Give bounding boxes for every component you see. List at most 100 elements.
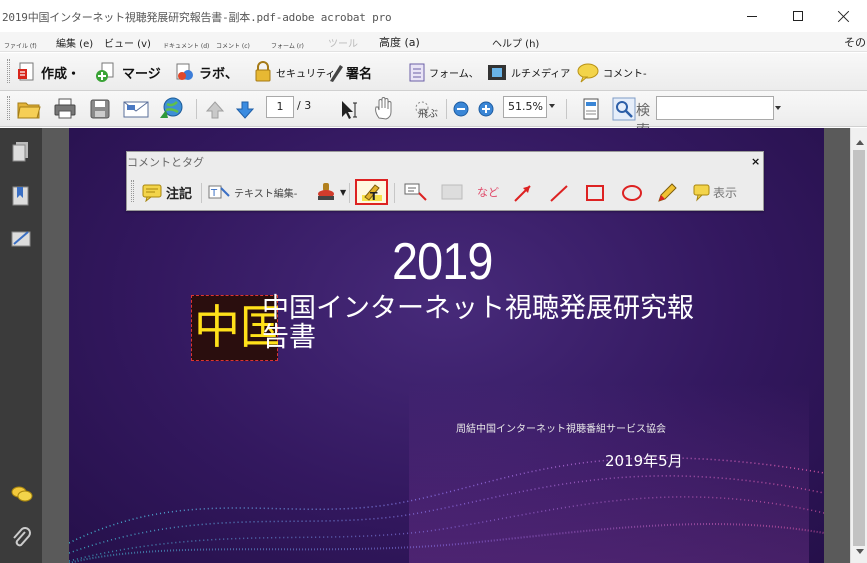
attach-file-tool-icon[interactable] [439,181,465,203]
text-edit-button[interactable]: T テキスト編集- [207,179,297,205]
stamp-tool-button[interactable]: ▼ [315,179,346,205]
task-toolbar: 作成・ マージ ラボ、 セキュリティ 署名 フォーム、 ルチメディア コメント- [0,53,867,91]
svg-text:T: T [370,190,378,203]
callout-tool-icon[interactable] [403,181,429,203]
search-input[interactable] [656,96,774,120]
multimedia-button[interactable]: ルチメディア [486,59,570,85]
page-total: / 3 [297,99,312,112]
highlight-text-tool-button[interactable]: T [355,179,388,205]
scroll-thumb[interactable] [853,150,865,546]
comment-toolbar-close-button[interactable]: × [751,155,760,168]
email-icon[interactable] [122,97,150,121]
sign-button[interactable]: 署名 [328,59,372,85]
zoom-out-icon[interactable] [452,100,470,118]
hand-tool-icon[interactable] [372,96,396,122]
fit-page-icon[interactable] [580,97,602,121]
menu-edit[interactable]: 編集 (e) [56,35,93,50]
signatures-icon[interactable] [10,228,34,250]
menu-advanced[interactable]: 高度 (a) [379,34,420,50]
slide-organization: 周結中国インターネット視聴番組サービス協会 [456,424,666,435]
slide-date: 2019年5月 [605,452,683,470]
forms-icon [409,63,425,82]
title-bar: 2019中国インターネット視聴発展研究報告書-副本.pdf-adobe acro… [0,0,867,32]
snapshot-tool[interactable]: 飛ぶ [412,99,442,121]
scroll-up-icon[interactable] [856,140,864,145]
merge-files-icon [96,62,114,82]
minimize-icon [747,15,757,17]
comment-bubble-icon [577,63,599,83]
minimize-button[interactable] [729,0,775,32]
menu-comment[interactable]: コメント (c) [216,41,250,50]
close-button[interactable] [821,0,867,32]
save-icon[interactable] [88,97,112,121]
pages-icon[interactable] [10,140,32,164]
line-tool-icon[interactable] [547,182,571,204]
collaborate-icon [176,63,193,80]
toolbar-separator [446,99,447,119]
maximize-button[interactable] [775,0,821,32]
highlight-text-icon: T [361,184,382,203]
comments-panel-icon[interactable] [10,484,34,506]
attachments-icon[interactable] [10,526,32,550]
print-icon[interactable] [52,97,78,121]
svg-text:T: T [210,188,218,199]
more-tools-button[interactable]: など [477,179,499,205]
window-title: 2019中国インターネット視聴発展研究報告書-副本.pdf-adobe acro… [2,11,392,24]
comment-button[interactable]: コメント- [576,59,647,85]
toolbar-grip[interactable] [7,96,10,120]
text-edit-icon: T [208,185,230,199]
oval-tool-icon[interactable] [619,182,645,204]
show-comments-button[interactable]: 表示 [692,179,737,205]
zoom-in-icon[interactable] [477,100,495,118]
toolbar-grip[interactable] [7,59,10,83]
arrow-tool-icon[interactable] [511,182,535,204]
search-dropdown-arrow-icon[interactable] [775,106,781,110]
navigation-panel [0,128,42,563]
search-icon [612,97,636,121]
web-globe-icon[interactable] [158,96,186,122]
particle-wave-decoration [69,383,824,563]
zoom-dropdown-arrow-icon[interactable] [549,104,555,108]
previous-page-icon[interactable] [204,99,226,121]
menu-file[interactable]: ファイル (f) [4,41,37,50]
collaborate-button[interactable]: ラボ、 [174,59,238,85]
stamp-icon [318,183,334,200]
slide-title: 中国インターネット視聴発展研究報告書 [262,293,694,353]
bookmarks-icon[interactable] [10,184,32,208]
stamp-dropdown-icon[interactable]: ▼ [340,188,346,197]
open-folder-icon[interactable] [16,97,42,121]
menu-more[interactable]: その [844,34,866,50]
close-icon [838,10,850,22]
zoom-level-input[interactable]: 51.5% [503,96,547,118]
menu-help[interactable]: ヘルプ (h) [492,35,539,50]
forms-button[interactable]: フォーム、 [408,59,479,85]
lock-icon [255,61,271,82]
sticky-note-button[interactable]: 注記 [141,179,192,205]
menu-bar: ファイル (f) 編集 (e) ビュー (v) ドキュメント (d) コメント … [0,32,867,52]
pencil-tool-icon[interactable] [655,181,679,205]
merge-button[interactable]: マージ [95,59,161,85]
next-page-icon[interactable] [234,99,256,121]
toolbar-separator [201,183,202,203]
menu-forms[interactable]: フォーム (r) [271,41,304,50]
slide-year: 2019 [392,233,493,291]
toolbar-separator [394,183,395,203]
select-text-icon[interactable] [338,99,362,121]
maximize-icon [793,11,803,21]
scroll-down-icon[interactable] [856,549,864,554]
sticky-note-icon [142,184,162,202]
security-button[interactable]: セキュリティ [253,59,335,85]
menu-tools[interactable]: ツール [328,35,358,50]
create-button[interactable]: 作成・ [16,59,80,85]
film-icon [488,65,506,80]
search-tool[interactable]: 検索 [612,96,658,139]
toolbar-grip[interactable] [131,180,134,202]
create-pdf-icon [18,62,34,81]
page-number-input[interactable]: 1 [266,96,294,118]
menu-document[interactable]: ドキュメント (d) [163,41,209,50]
show-comments-icon [693,184,710,202]
menu-view[interactable]: ビュー (v) [104,35,151,50]
rectangle-tool-icon[interactable] [583,182,607,204]
toolbar-separator [196,99,197,119]
vertical-scrollbar[interactable] [850,128,867,563]
